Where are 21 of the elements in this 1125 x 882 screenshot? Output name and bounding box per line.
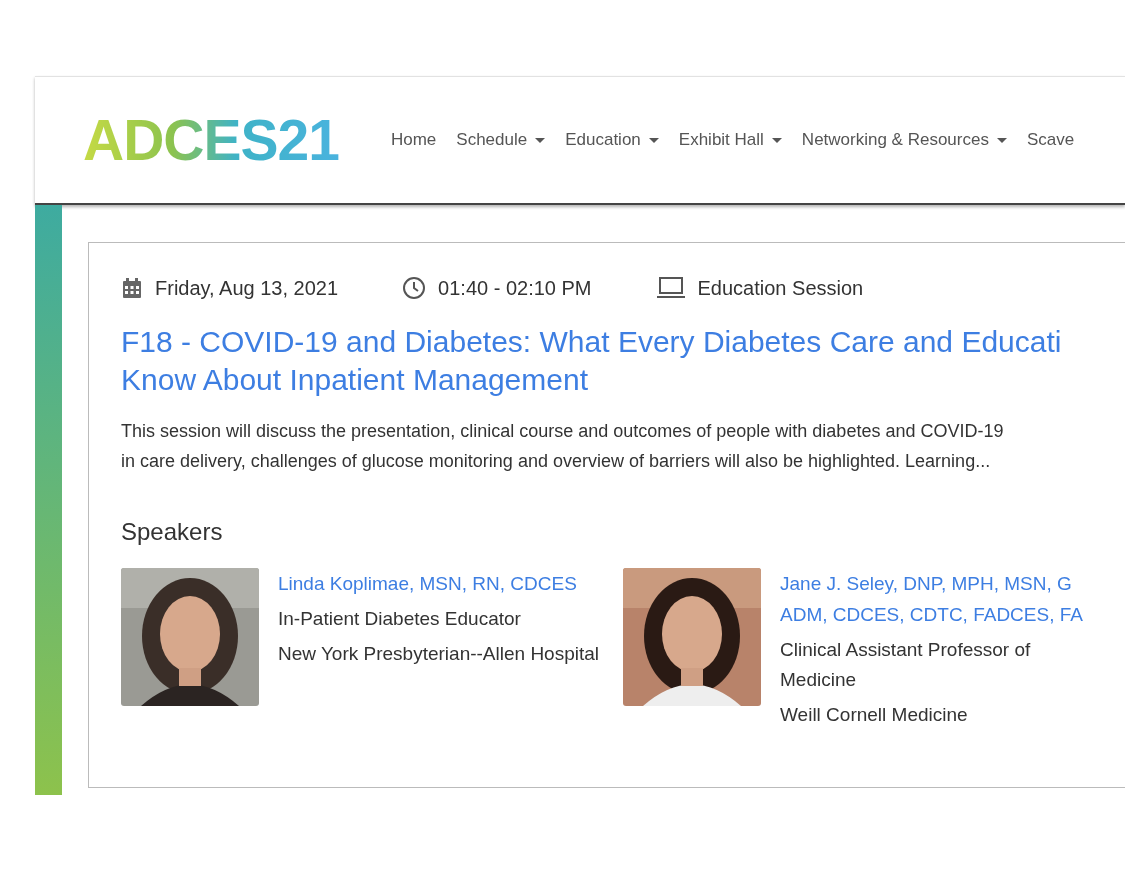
speaker-organization: New York Presbyterian--Allen Hospital — [278, 642, 600, 666]
speaker-name[interactable]: Linda Koplimae, MSN, RN, CDCES — [278, 568, 600, 599]
calendar-icon — [121, 277, 143, 299]
speaker-role: Clinical Assistant Professor of Medicine — [780, 638, 1032, 692]
nav-link[interactable]: Home — [390, 127, 437, 153]
session-title[interactable]: F18 - COVID-19 and Diabetes: What Every Diabetes Care and Educati Know About Inpatient Management — [121, 323, 1125, 399]
laptop-icon — [655, 276, 686, 300]
speaker-role: In-Patient Diabetes Educator — [278, 607, 522, 631]
nav-link[interactable]: Exhibit Hall — [678, 127, 782, 153]
nav-link[interactable]: Education — [565, 127, 659, 153]
session-date: Friday, Aug 13, 2021 — [155, 276, 339, 301]
section-heading: Speakers — [121, 517, 224, 547]
speaker-name[interactable]: Jane J. Seley, DNP, MPH, MSN, G ADM, CDCES, CDTC, FADCES, FA — [780, 568, 1083, 630]
nav-link[interactable]: Networking & Resources — [801, 127, 1007, 153]
session-description: This session will discuss the presentation, clinical course and outcomes of people with diabetes and COVID-19 in care delivery, challenges of glucose monitoring and overview of barriers will also be highlighted. Learning... — [121, 420, 1005, 473]
session-type: Education Session — [697, 276, 864, 301]
session-time: 01:40 - 02:10 PM — [438, 276, 592, 301]
speaker-organization: Weill Cornell Medicine — [780, 703, 969, 727]
nav-link[interactable]: Schedule — [456, 127, 546, 153]
nav-link[interactable]: Scave — [1026, 127, 1075, 153]
clock-icon — [402, 276, 427, 300]
